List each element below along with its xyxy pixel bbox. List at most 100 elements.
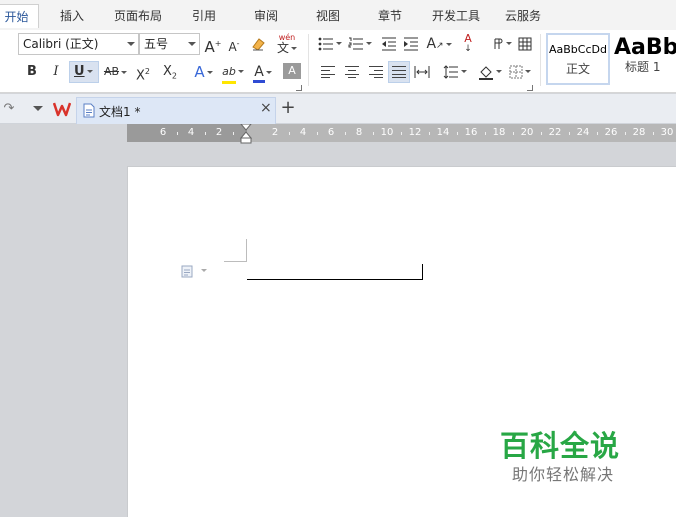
paste-options-button[interactable] bbox=[180, 264, 207, 281]
sort-icon: A bbox=[464, 32, 472, 45]
document-tab-bar: ↷ 文档1 * × + bbox=[0, 94, 676, 124]
tab-chapter[interactable]: 章节 bbox=[370, 4, 410, 28]
char-shading-button[interactable]: A bbox=[283, 63, 301, 79]
underline-label: U bbox=[74, 64, 85, 79]
quick-access-menu[interactable] bbox=[28, 98, 46, 120]
style-heading-1-sample: AaBb bbox=[614, 35, 676, 60]
table-button[interactable] bbox=[516, 33, 534, 55]
text-effect-button[interactable]: A bbox=[190, 61, 217, 83]
chevron-down-icon bbox=[206, 71, 213, 74]
tab-developer[interactable]: 开发工具 bbox=[426, 4, 486, 28]
tab-home[interactable]: 开始 bbox=[0, 4, 39, 28]
highlight-icon: ab bbox=[222, 61, 236, 84]
justify-icon bbox=[392, 66, 406, 78]
tab-references[interactable]: 引用 bbox=[184, 4, 224, 28]
superscript-button[interactable]: X2 bbox=[134, 61, 152, 83]
ruler-label: 14 bbox=[436, 127, 450, 138]
font-size-value: 五号 bbox=[144, 37, 169, 51]
line-spacing-button[interactable] bbox=[441, 61, 469, 83]
strikethrough-button[interactable]: AB bbox=[102, 61, 129, 83]
ruler-label: 26 bbox=[604, 127, 618, 138]
ruler-tick bbox=[429, 132, 430, 135]
paint-bucket-icon bbox=[479, 65, 493, 80]
table-icon bbox=[518, 37, 532, 50]
wps-logo-icon bbox=[52, 102, 72, 116]
ruler-label: 4 bbox=[299, 127, 307, 138]
group-separator bbox=[540, 34, 541, 86]
outdent-icon bbox=[382, 37, 396, 50]
align-right-icon bbox=[369, 66, 383, 78]
tab-view[interactable]: 视图 bbox=[308, 4, 348, 28]
chevron-down-icon bbox=[291, 47, 297, 50]
superscript-base: X bbox=[136, 68, 145, 84]
style-normal[interactable]: AaBbCcDd 正文 bbox=[546, 33, 610, 85]
font-color-button[interactable]: A bbox=[249, 61, 277, 83]
clear-format-button[interactable] bbox=[249, 33, 267, 55]
watermark-brand: 百科全说 bbox=[500, 429, 621, 463]
phonetic-bottom: 文 bbox=[276, 41, 289, 55]
chevron-down-icon bbox=[201, 269, 207, 272]
wps-logo-button[interactable] bbox=[52, 98, 72, 120]
horizontal-ruler[interactable]: 6 4 2 2 4 6 8 10 12 14 16 18 20 22 24 26 28 30 bbox=[127, 124, 676, 144]
font-name-select[interactable]: Calibri (正文) bbox=[18, 33, 139, 55]
tab-insert[interactable]: 插入 bbox=[52, 4, 92, 28]
shrink-font-icon: A bbox=[228, 40, 237, 54]
border-icon bbox=[509, 65, 523, 78]
justify-button[interactable] bbox=[388, 61, 410, 83]
eraser-icon bbox=[252, 37, 265, 51]
align-left-button[interactable] bbox=[319, 61, 337, 83]
grow-font-icon: A bbox=[204, 38, 215, 56]
bullets-button[interactable] bbox=[316, 33, 344, 55]
underline-button[interactable]: U bbox=[69, 61, 99, 83]
indent-marker-icon[interactable] bbox=[240, 124, 252, 144]
decrease-indent-button[interactable] bbox=[380, 33, 398, 55]
ruler-tick bbox=[177, 132, 178, 135]
font-name-value: Calibri (正文) bbox=[23, 37, 99, 51]
subscript-button[interactable]: X2 bbox=[161, 61, 179, 83]
ruler-tick bbox=[653, 132, 654, 135]
highlight-button[interactable]: ab bbox=[219, 61, 247, 84]
change-case-button[interactable]: A↗ bbox=[425, 33, 453, 55]
tab-page-layout[interactable]: 页面布局 bbox=[108, 4, 168, 28]
document-tab[interactable]: 文档1 * × bbox=[76, 97, 276, 124]
increase-indent-button[interactable] bbox=[402, 33, 420, 55]
shading-button[interactable] bbox=[476, 61, 504, 83]
margin-corner-mark bbox=[224, 239, 247, 262]
align-center-button[interactable] bbox=[343, 61, 361, 83]
chevron-down-icon bbox=[525, 70, 531, 73]
numbering-button[interactable] bbox=[346, 33, 374, 55]
group-separator bbox=[308, 34, 309, 86]
borders-button[interactable] bbox=[506, 61, 534, 83]
sort-button[interactable]: A ↓ bbox=[459, 33, 477, 55]
close-icon[interactable]: × bbox=[260, 100, 272, 116]
bold-button[interactable]: B bbox=[23, 61, 41, 83]
font-group-launcher[interactable] bbox=[296, 85, 302, 91]
ruler-label: 4 bbox=[187, 127, 195, 138]
align-right-button[interactable] bbox=[367, 61, 385, 83]
line-spacing-menu-button[interactable] bbox=[487, 33, 515, 55]
tab-review[interactable]: 审阅 bbox=[246, 4, 286, 28]
grow-font-button[interactable]: A+ bbox=[204, 33, 222, 56]
ruler-label: 30 bbox=[660, 127, 674, 138]
tab-cloud-services[interactable]: 云服务 bbox=[498, 4, 548, 28]
chevron-down-icon bbox=[121, 70, 128, 74]
italic-button[interactable]: I bbox=[47, 61, 65, 83]
phonetic-guide-button[interactable]: wén 文 bbox=[272, 32, 302, 54]
shrink-font-button[interactable]: A- bbox=[225, 33, 243, 55]
redo-icon[interactable]: ↷ bbox=[0, 98, 18, 120]
paragraph-group-launcher[interactable] bbox=[527, 85, 533, 91]
font-size-select[interactable]: 五号 bbox=[139, 33, 200, 55]
ruler-label: 18 bbox=[492, 127, 506, 138]
clipboard-icon bbox=[181, 265, 193, 278]
ruler-tick bbox=[485, 132, 486, 135]
text-cursor bbox=[422, 264, 423, 280]
new-tab-button[interactable]: + bbox=[279, 97, 297, 119]
style-heading-1[interactable]: AaBb 标题 1 bbox=[612, 33, 676, 85]
ruler-tick bbox=[373, 132, 374, 135]
ruler-tick bbox=[233, 132, 234, 135]
ruler-tick bbox=[513, 132, 514, 135]
chevron-down-icon bbox=[366, 42, 372, 45]
chevron-down-icon bbox=[265, 71, 272, 74]
distributed-button[interactable] bbox=[413, 61, 431, 83]
distribute-icon bbox=[414, 65, 430, 78]
